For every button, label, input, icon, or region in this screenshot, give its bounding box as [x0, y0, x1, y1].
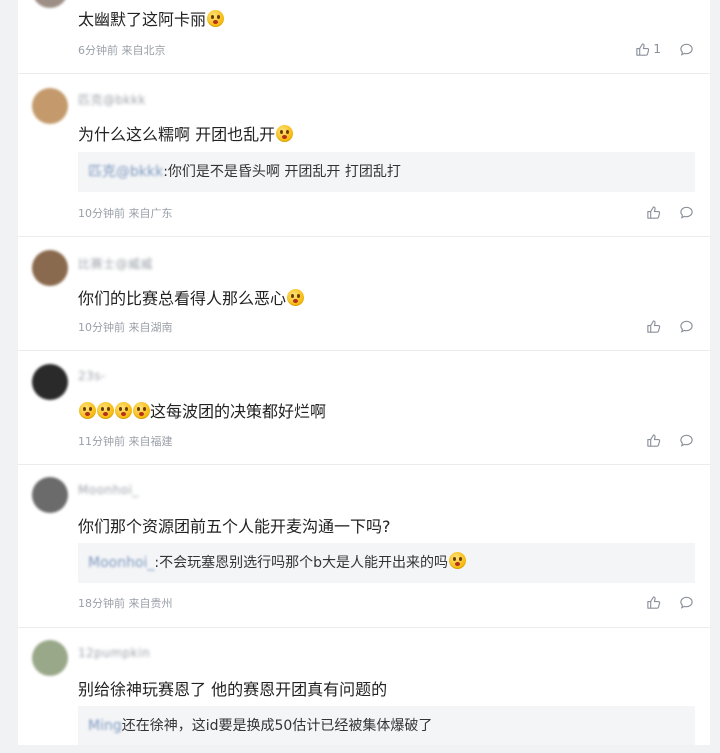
comment-feed: 太幽默了这阿卡丽 6分钟前 来自北京 1 匹克@bkkk 为什么这么糯啊 开团也… [18, 0, 710, 745]
username[interactable]: 23s- [78, 369, 106, 383]
quoted-username[interactable]: Moonhoi_ [88, 555, 154, 571]
username[interactable]: 12pumpkin [78, 646, 150, 660]
comment-text: 太幽默了这阿卡丽 [78, 6, 225, 30]
avatar[interactable] [32, 640, 68, 676]
thumbs-up-icon [646, 433, 661, 448]
comment-text: 为什么这么糯啊 开团也乱开 [78, 121, 294, 145]
quoted-reply[interactable]: Moonhoi_:不会玩塞恩别选行吗那个b大是人能开出来的吗 [78, 543, 695, 583]
username[interactable]: 匹克@bkkk [78, 91, 146, 108]
thumbs-up-icon [646, 595, 661, 610]
like-count: 1 [653, 42, 661, 56]
reply-icon[interactable] [679, 205, 694, 220]
like-button[interactable]: 1 [635, 42, 661, 57]
comment-meta: 10分钟前 来自湖南 [78, 321, 173, 334]
drooling-emoji-icon [287, 289, 305, 306]
scrollbar[interactable] [710, 0, 720, 753]
flushed-emoji-icon [449, 552, 467, 569]
comment-item: 比赛士@威威 你们的比赛总看得人那么恶心 10分钟前 来自湖南 [18, 237, 710, 351]
thumbs-up-icon [646, 205, 661, 220]
comment-item: 12pumpkin 别给徐神玩赛恩了 他的赛恩开团真有问题的 Ming还在徐神，… [18, 628, 710, 745]
like-button[interactable] [646, 433, 661, 448]
thumbs-up-icon [646, 319, 661, 334]
flushed-emoji-icon [97, 402, 114, 419]
avatar[interactable] [32, 88, 68, 124]
reply-icon[interactable] [679, 595, 694, 610]
avatar[interactable] [32, 477, 68, 513]
quoted-username[interactable]: Ming [88, 718, 122, 734]
avatar[interactable] [32, 364, 68, 400]
avatar[interactable] [32, 0, 68, 8]
flushed-emoji-icon [276, 125, 294, 142]
quoted-username[interactable]: 匹克@bkkk [88, 164, 163, 180]
comment-text: 你们那个资源团前五个人能开麦沟通一下吗? [78, 517, 391, 536]
like-button[interactable] [646, 595, 661, 610]
comment-meta: 18分钟前 来自贵州 [78, 597, 173, 610]
thumbs-up-icon [635, 42, 650, 57]
comment-item: 太幽默了这阿卡丽 6分钟前 来自北京 1 [18, 0, 710, 74]
reply-icon[interactable] [679, 42, 694, 57]
comment-item: 23s- 这每波团的决策都好烂啊 11分钟前 来自福建 [18, 351, 710, 465]
quoted-reply[interactable]: 匹克@bkkk:你们是不是昏头啊 开团乱开 打团乱打 [78, 152, 695, 192]
avatar[interactable] [32, 250, 68, 286]
reply-icon[interactable] [679, 433, 694, 448]
comment-meta: 11分钟前 来自福建 [78, 435, 173, 448]
quoted-text: :不会玩塞恩别选行吗那个b大是人能开出来的吗 [154, 555, 449, 571]
username[interactable]: Moonhoi_ [78, 483, 139, 497]
reply-icon[interactable] [679, 319, 694, 334]
flushed-emoji-icon [115, 402, 132, 419]
like-button[interactable] [646, 205, 661, 220]
quoted-reply[interactable]: Ming还在徐神，这id要是换成50估计已经被集体爆破了 [78, 706, 695, 745]
comment-text: 别给徐神玩赛恩了 他的赛恩开团真有问题的 [78, 680, 388, 699]
comment-meta: 10分钟前 来自广东 [78, 207, 173, 220]
comment-item: Moonhoi_ 你们那个资源团前五个人能开麦沟通一下吗? Moonhoi_:不… [18, 465, 710, 628]
quoted-text: 还在徐神，这id要是换成50估计已经被集体爆破了 [121, 718, 433, 734]
comment-item: 匹克@bkkk 为什么这么糯啊 开团也乱开 匹克@bkkk:你们是不是昏头啊 开… [18, 74, 710, 237]
quoted-text: :你们是不是昏头啊 开团乱开 打团乱打 [163, 164, 401, 180]
flushed-emoji-icon [79, 402, 96, 419]
flushed-emoji-icon [133, 402, 150, 419]
comment-text: 这每波团的决策都好烂啊 [78, 398, 326, 422]
laughing-emoji-icon [207, 10, 225, 27]
comment-text: 你们的比赛总看得人那么恶心 [78, 285, 305, 309]
username[interactable]: 比赛士@威威 [78, 255, 153, 272]
like-button[interactable] [646, 319, 661, 334]
comment-meta: 6分钟前 来自北京 [78, 44, 166, 57]
